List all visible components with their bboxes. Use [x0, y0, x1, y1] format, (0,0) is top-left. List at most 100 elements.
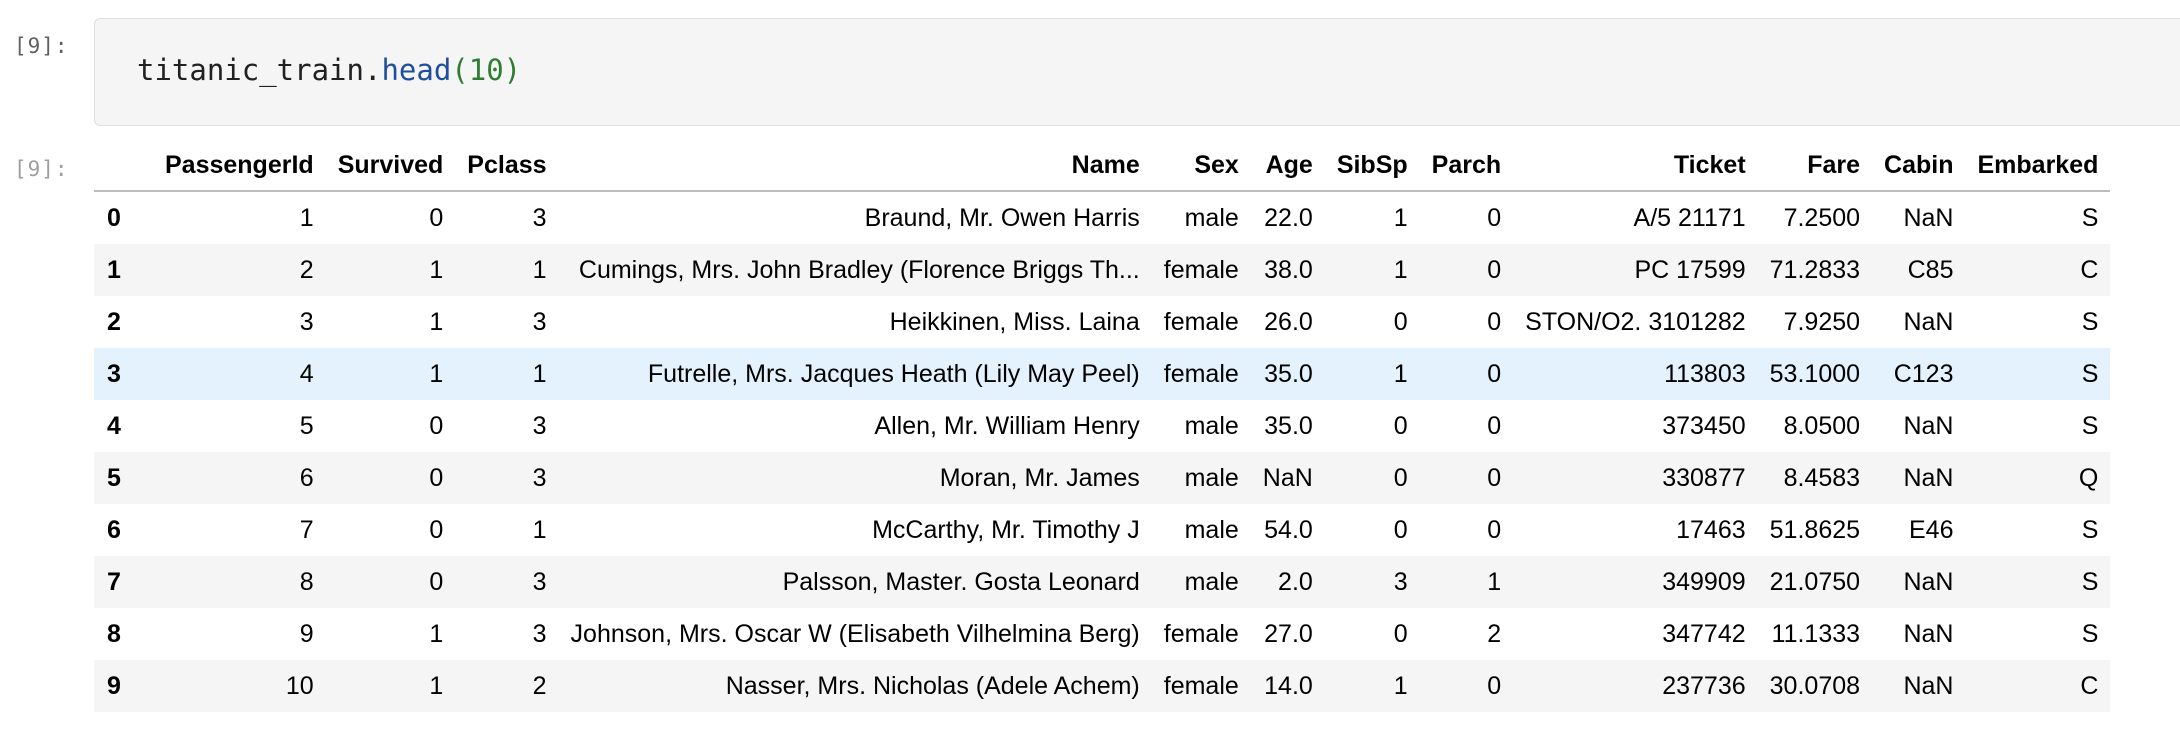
table-cell: female	[1163, 307, 1239, 336]
table-cell: 1	[1393, 359, 1408, 388]
table-cell: Johnson, Mrs. Oscar W (Elisabeth Vilhelm…	[570, 619, 1140, 648]
dataframe-table: PassengerId Survived Pclass Name Sex Age…	[94, 140, 2111, 712]
table-cell: 0	[1393, 619, 1408, 648]
column-header: Fare	[1757, 140, 1873, 192]
code-line[interactable]: titanic_train.head(10)	[137, 53, 521, 87]
table-cell: 0	[1393, 411, 1408, 440]
table-cell: male	[1184, 463, 1239, 492]
table-cell: NaN	[1903, 671, 1954, 700]
table-cell: 237736	[1662, 671, 1746, 700]
table-cell: 4	[299, 359, 314, 388]
table-cell: 1	[299, 203, 314, 232]
table-cell: 0	[1487, 671, 1502, 700]
table-cell: 35.0	[1264, 359, 1313, 388]
table-cell: 8.4583	[1783, 463, 1861, 492]
table-cell: female	[1163, 619, 1239, 648]
table-cell: 22.0	[1264, 203, 1313, 232]
row-index: 9	[107, 671, 121, 700]
table-cell: C123	[1893, 359, 1954, 388]
table-row: 6 7 0 1 McCarthy, Mr. Timothy J male 54.0 0 0 174…	[94, 504, 2110, 556]
table-cell: female	[1163, 359, 1239, 388]
table-cell: 35.0	[1264, 411, 1313, 440]
table-row: 0 1 0 3 Braund, Mr. Owen Harris male 22.0 1 0 A/5…	[94, 191, 2110, 244]
table-cell: 21.0750	[1769, 567, 1861, 596]
table-cell: A/5 21171	[1633, 203, 1746, 232]
table-cell: 1	[429, 255, 444, 284]
column-header: Embarked	[1965, 140, 2111, 192]
table-cell: 6	[299, 463, 314, 492]
row-index: 3	[107, 359, 121, 388]
table-header-row: PassengerId Survived Pclass Name Sex Age…	[94, 140, 2111, 192]
table-cell: 373450	[1662, 411, 1746, 440]
code-open-paren: (	[451, 53, 469, 87]
table-cell: NaN	[1903, 619, 1954, 648]
cell-output: PassengerId Survived Pclass Name Sex Age…	[94, 140, 2111, 712]
table-cell: 2	[1487, 619, 1502, 648]
table-row: 2 3 1 3 Heikkinen, Miss. Laina female 26.0 0 0 ST…	[94, 296, 2110, 348]
table-cell: S	[2081, 359, 2099, 388]
row-index: 8	[107, 619, 121, 648]
table-cell: 38.0	[1264, 255, 1313, 284]
table-cell: 0	[429, 463, 444, 492]
column-header: Survived	[325, 140, 456, 192]
table-cell: 7.9250	[1783, 307, 1861, 336]
table-cell: 0	[429, 515, 444, 544]
table-cell: Moran, Mr. James	[939, 463, 1140, 492]
row-index: 5	[107, 463, 121, 492]
table-cell: Palsson, Master. Gosta Leonard	[782, 567, 1140, 596]
table-cell: female	[1163, 671, 1239, 700]
output-prompt: [9]:	[14, 157, 69, 181]
table-cell: S	[2081, 203, 2099, 232]
table-cell: 7.2500	[1783, 203, 1861, 232]
table-cell: 53.1000	[1769, 359, 1861, 388]
table-cell: NaN	[1903, 567, 1954, 596]
table-cell: 3	[1393, 567, 1408, 596]
table-cell: 0	[1487, 359, 1502, 388]
table-cell: PC 17599	[1634, 255, 1746, 284]
table-cell: E46	[1909, 515, 1954, 544]
table-cell: 26.0	[1264, 307, 1313, 336]
table-cell: 349909	[1662, 567, 1746, 596]
table-cell: 8.0500	[1783, 411, 1861, 440]
table-cell: 0	[429, 203, 444, 232]
table-cell: 3	[532, 567, 547, 596]
table-row: 8 9 1 3 Johnson, Mrs. Oscar W (Elisabeth Vil…	[94, 608, 2110, 660]
table-cell: 3	[532, 307, 547, 336]
table-cell: Allen, Mr. William Henry	[874, 411, 1140, 440]
table-cell: S	[2081, 619, 2099, 648]
table-cell: 7	[299, 515, 314, 544]
table-cell: C	[2080, 671, 2099, 700]
column-header: Age	[1250, 140, 1325, 192]
table-cell: C85	[1907, 255, 1954, 284]
column-header: Ticket	[1513, 140, 1758, 192]
table-cell: male	[1184, 567, 1239, 596]
table-cell: 330877	[1662, 463, 1746, 492]
table-row: 7 8 0 3 Palsson, Master. Gosta Leonard male 2.…	[94, 556, 2111, 608]
index-header	[94, 140, 153, 192]
table-cell: 347742	[1662, 619, 1746, 648]
column-header: Pclass	[455, 140, 559, 192]
table-cell: 113803	[1664, 359, 1746, 388]
table-cell: 0	[1487, 307, 1502, 336]
table-row: 1 2 1 1 Cumings, Mrs. John Bradley (Florence…	[94, 244, 2111, 296]
table-cell: STON/O2. 3101282	[1525, 307, 1746, 336]
table-cell: female	[1163, 255, 1239, 284]
table-row: 3 4 1 1 Futrelle, Mrs. Jacques Heath (Lily M…	[94, 348, 2111, 400]
table-cell: 1	[429, 307, 444, 336]
table-cell: S	[2081, 307, 2099, 336]
table-cell: 0	[1393, 307, 1408, 336]
table-cell: 0	[1487, 203, 1502, 232]
table-cell: Cumings, Mrs. John Bradley (Florence Bri…	[578, 255, 1140, 284]
row-index: 1	[107, 255, 121, 284]
table-cell: 0	[429, 411, 444, 440]
table-cell: 3	[299, 307, 314, 336]
table-cell: 1	[1393, 671, 1408, 700]
input-prompt: [9]:	[14, 34, 69, 58]
table-cell: 2	[299, 255, 314, 284]
code-cell-input[interactable]: titanic_train.head(10)	[94, 18, 2180, 126]
table-cell: male	[1184, 203, 1239, 232]
table-cell: Futrelle, Mrs. Jacques Heath (Lily May P…	[647, 359, 1140, 388]
table-cell: 0	[1487, 515, 1502, 544]
row-index: 7	[107, 567, 121, 596]
table-cell: 1	[1487, 567, 1502, 596]
